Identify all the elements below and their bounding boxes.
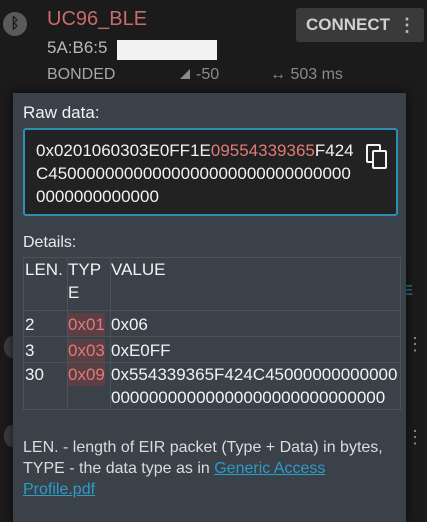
raw-data-prefix: 0x0201060303E0FF1E [36,141,211,160]
row-type-value: 0x09 [68,363,105,386]
device-name: UC96_BLE [47,8,148,30]
row-value: 0x554339365F424C450000000000000000000000… [110,362,401,410]
row-type: 0x03 [67,336,111,363]
row-type-value: 0x01 [68,313,105,336]
overflow-menu-icon[interactable]: ⋮ [406,427,424,448]
column-type: TYPE [67,257,111,311]
table-header: LEN. TYPE VALUE [23,257,401,311]
bluetooth-icon: ᛒ [3,12,27,36]
advertising-data-dialog: Raw data: 0x0201060303E0FF1E09554339365F… [13,93,406,522]
raw-data-highlight: 09554339365 [210,141,315,160]
row-value: 0x06 [110,310,401,337]
row-len: 3 [23,336,68,363]
row-type: 0x01 [67,310,111,337]
overflow-menu-icon[interactable]: ⋮ [406,334,424,355]
interval-icon: ↔ [270,66,286,83]
interval: ↔ 503 ms [270,66,343,84]
details-label: Details: [23,234,77,251]
connect-button[interactable]: CONNECT ⋮ [296,8,424,42]
bond-status: BONDED [47,66,116,83]
row-value: 0xE0FF [110,336,401,363]
connect-label: CONNECT [306,15,391,34]
raw-data-value: 0x0201060303E0FF1E09554339365F424C450000… [36,139,356,208]
raw-data-field[interactable]: 0x0201060303E0FF1E09554339365F424C450000… [23,128,398,216]
column-value: VALUE [110,257,401,311]
row-type: 0x09 [67,362,111,410]
footnote-text: LEN. - length of EIR packet (Type + Data… [23,439,383,477]
device-address: 5A:B6:5 [47,38,108,57]
rssi: -50 [180,66,219,84]
address-redaction [117,40,217,60]
copy-icon[interactable] [366,144,388,170]
details-footnote: LEN. - length of EIR packet (Type + Data… [23,437,401,500]
interval-value: 503 ms [290,66,343,83]
column-len: LEN. [23,257,68,311]
details-table: LEN. TYPE VALUE 2 0x01 0x06 3 0x03 0xE0F… [23,257,401,410]
signal-icon [180,69,190,79]
rssi-value: -50 [196,66,220,83]
table-row: 30 0x09 0x554339365F424C4500000000000000… [23,362,401,410]
row-type-value: 0x03 [68,339,105,362]
overflow-menu-icon[interactable]: ⋮ [398,8,416,42]
raw-data-label: Raw data: [23,103,100,122]
table-row: 2 0x01 0x06 [23,310,401,337]
row-len: 30 [23,362,68,410]
table-row: 3 0x03 0xE0FF [23,336,401,363]
row-len: 2 [23,310,68,337]
